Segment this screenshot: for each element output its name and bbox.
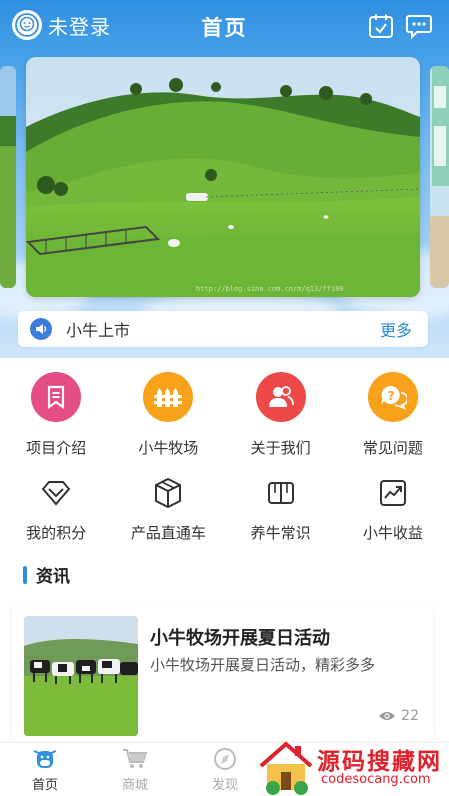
menu-item-ranch[interactable]: 小牛牧场 — [112, 372, 224, 458]
menu-label: 常见问题 — [362, 439, 423, 457]
message-icon[interactable] — [404, 11, 434, 41]
eye-icon — [379, 712, 396, 720]
section-accent-bar — [23, 565, 27, 584]
news-title: 小牛牧场开展夏日活动 — [150, 628, 330, 649]
compass-icon — [214, 748, 236, 770]
box-icon — [151, 476, 185, 510]
news-description: 小牛牧场开展夏日活动，精彩多多 — [150, 656, 376, 674]
carousel-prev-slide[interactable] — [0, 66, 16, 288]
notice-bar[interactable]: 小牛上市 更多 — [18, 311, 428, 347]
watermark-title: 源码搜藏网 — [317, 749, 442, 775]
section-title: 资讯 — [36, 567, 70, 587]
news-view-count: 22 — [378, 708, 419, 724]
speaker-icon — [30, 318, 52, 340]
tab-label: 商城 — [121, 778, 148, 793]
menu-item-faq[interactable]: ? 常见问题 — [337, 372, 449, 458]
secondary-menu: 我的积分 产品直通车 养牛常识 小牛收益 — [0, 476, 449, 543]
menu-item-calf-earnings[interactable]: 小牛收益 — [337, 476, 449, 543]
site-watermark: 源码搜藏网 codesocang.com — [255, 738, 449, 796]
pasture-landscape-image — [26, 57, 420, 297]
login-status-text: 未登录 — [48, 14, 111, 39]
menu-item-my-points[interactable]: 我的积分 — [0, 476, 112, 543]
watermark-url: codesocang.com — [321, 772, 431, 787]
menu-item-project-intro[interactable]: 项目介绍 — [0, 372, 112, 458]
menu-item-about-us[interactable]: 关于我们 — [225, 372, 337, 458]
login-entry[interactable]: 未登录 — [12, 10, 111, 40]
question-chat-icon: ? — [367, 372, 418, 422]
menu-label: 小牛牧场 — [138, 439, 199, 457]
news-thumbnail — [24, 616, 138, 736]
bookmark-icon — [31, 372, 82, 422]
menu-label: 产品直通车 — [130, 524, 206, 542]
house-logo-icon — [259, 741, 313, 795]
diamond-icon — [39, 476, 73, 510]
menu-label: 项目介绍 — [26, 439, 87, 457]
primary-menu: 项目介绍 小牛牧场 关于我们 ? 常见问题 — [0, 372, 449, 458]
cow-icon — [33, 750, 57, 768]
tab-label: 首页 — [31, 778, 58, 793]
carousel-main-slide[interactable]: http://blog.sina.com.cn/m/q13/ff180 — [26, 57, 420, 297]
avatar-icon — [12, 10, 42, 40]
news-section-header: 资讯 — [23, 562, 70, 587]
users-icon — [255, 372, 306, 422]
svg-text:?: ? — [387, 389, 394, 403]
news-card[interactable]: 小牛牧场开展夏日活动 小牛牧场开展夏日活动，精彩多多 22 — [12, 604, 433, 742]
view-count-value: 22 — [401, 708, 419, 724]
menu-label: 养牛常识 — [250, 524, 311, 542]
banner-caption: http://blog.sina.com.cn/m/q13/ff180 — [196, 285, 344, 293]
header-banner-area: http://blog.sina.com.cn/m/q13/ff180 未登录 … — [0, 0, 449, 358]
notice-more-link[interactable]: 更多 — [380, 317, 412, 341]
menu-label: 关于我们 — [250, 439, 311, 457]
notice-message: 小牛上市 — [66, 321, 131, 340]
menu-item-product-express[interactable]: 产品直通车 — [112, 476, 224, 543]
menu-item-cattle-knowledge[interactable]: 养牛常识 — [225, 476, 337, 543]
tab-mall[interactable]: 商城 — [90, 743, 180, 796]
carousel-next-slide[interactable] — [430, 66, 449, 288]
tab-home[interactable]: 首页 — [0, 743, 90, 796]
top-bar: 未登录 首页 — [0, 0, 449, 52]
book-icon — [264, 476, 298, 510]
menu-label: 我的积分 — [26, 524, 87, 542]
cart-icon — [123, 749, 148, 768]
trend-icon — [376, 476, 410, 510]
menu-label: 小牛收益 — [362, 524, 423, 542]
tab-label: 发现 — [211, 778, 238, 793]
fence-icon — [143, 372, 194, 422]
calendar-icon[interactable] — [366, 11, 396, 41]
